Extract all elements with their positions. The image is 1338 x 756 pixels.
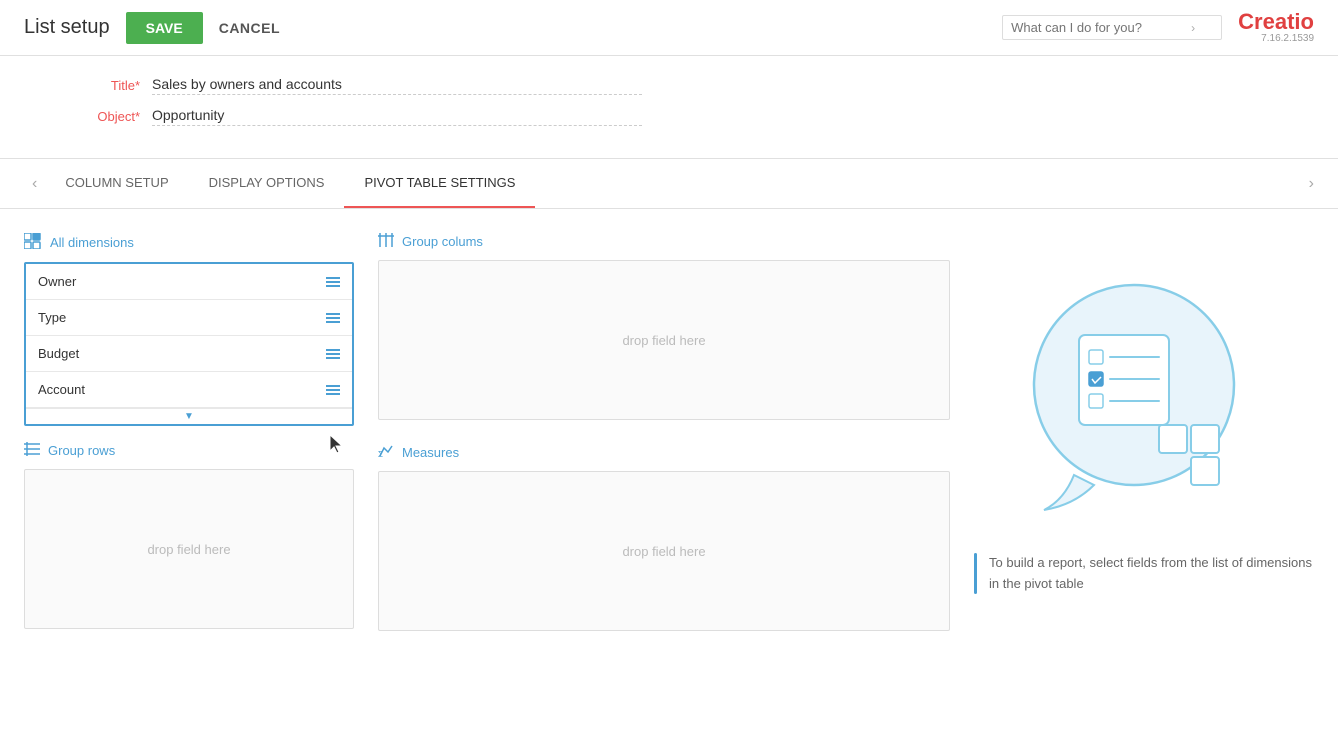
- info-box: To build a report, select fields from th…: [974, 553, 1314, 595]
- drag-handle-icon[interactable]: [326, 349, 340, 359]
- title-label: Title*: [60, 78, 140, 93]
- group-rows-drop-zone[interactable]: drop field here: [24, 469, 354, 629]
- measures-icon: Σ: [378, 444, 394, 461]
- logo-version: 7.16.2.1539: [1261, 33, 1314, 44]
- group-rows-drop-text: drop field here: [147, 542, 230, 557]
- list-item[interactable]: Type: [26, 300, 352, 336]
- dimension-name: Account: [38, 382, 85, 397]
- center-panels: Group colums drop field here Σ Measures …: [378, 233, 950, 631]
- dimension-name: Owner: [38, 274, 76, 289]
- group-columns-drop-zone[interactable]: drop field here: [378, 260, 950, 420]
- group-columns-panel: Group colums drop field here: [378, 233, 950, 420]
- dimensions-list: Owner Type: [24, 262, 354, 426]
- form-area: Title* Sales by owners and accounts Obje…: [0, 56, 1338, 159]
- tab-column-setup[interactable]: COLUMN SETUP: [45, 159, 188, 208]
- object-value: Opportunity: [152, 107, 642, 126]
- header: List setup SAVE CANCEL › Creatio 7.16.2.…: [0, 0, 1338, 56]
- search-arrow-icon: ›: [1191, 21, 1195, 35]
- drag-handle-icon[interactable]: [326, 313, 340, 323]
- main-content: All dimensions Owner Type: [0, 209, 1338, 655]
- group-columns-drop-text: drop field here: [622, 333, 705, 348]
- dimension-name: Type: [38, 310, 66, 325]
- info-line: [974, 553, 977, 595]
- measures-header: Σ Measures: [378, 444, 950, 461]
- measures-label: Measures: [402, 445, 459, 460]
- list-item[interactable]: Budget: [26, 336, 352, 372]
- tab-nav-left[interactable]: ‹: [24, 161, 45, 207]
- title-row: Title* Sales by owners and accounts: [60, 76, 1278, 95]
- drag-handle-icon[interactable]: [326, 277, 340, 287]
- info-text: To build a report, select fields from th…: [989, 553, 1314, 595]
- list-item[interactable]: Owner: [26, 264, 352, 300]
- tab-nav-right[interactable]: ›: [1309, 175, 1314, 193]
- illustration-area: To build a report, select fields from th…: [974, 233, 1314, 631]
- title-value: Sales by owners and accounts: [152, 76, 642, 95]
- tabs-bar: ‹ COLUMN SETUP DISPLAY OPTIONS PIVOT TAB…: [0, 159, 1338, 209]
- header-left: List setup SAVE CANCEL: [24, 12, 280, 44]
- dimensions-list-wrapper: Owner Type: [24, 262, 354, 426]
- cursor-indicator: [330, 435, 344, 456]
- scroll-down-button[interactable]: ▼: [26, 408, 352, 424]
- illustration-svg: [1014, 270, 1274, 530]
- measures-drop-zone[interactable]: drop field here: [378, 471, 950, 631]
- group-rows-icon: [24, 442, 40, 459]
- cancel-button[interactable]: CANCEL: [219, 20, 280, 36]
- measures-drop-text: drop field here: [622, 544, 705, 559]
- header-right: › Creatio 7.16.2.1539: [1002, 11, 1314, 44]
- all-dimensions-label: All dimensions: [50, 235, 134, 250]
- measures-panel: Σ Measures drop field here: [378, 444, 950, 631]
- group-rows-label: Group rows: [48, 443, 115, 458]
- svg-text:Σ: Σ: [378, 450, 383, 458]
- save-button[interactable]: SAVE: [126, 12, 203, 44]
- logo: Creatio 7.16.2.1539: [1238, 11, 1314, 44]
- group-rows-header: Group rows: [24, 442, 354, 459]
- group-columns-icon: [378, 233, 394, 250]
- left-panel: All dimensions Owner Type: [24, 233, 354, 631]
- drag-handle-icon[interactable]: [326, 385, 340, 395]
- page-title: List setup: [24, 16, 110, 39]
- tab-display-options[interactable]: DISPLAY OPTIONS: [189, 159, 345, 208]
- search-box: ›: [1002, 15, 1222, 40]
- dimensions-icon: [24, 233, 42, 252]
- all-dimensions-header[interactable]: All dimensions: [24, 233, 354, 252]
- logo-text: Creatio: [1238, 11, 1314, 33]
- list-item[interactable]: Account: [26, 372, 352, 408]
- dimension-name: Budget: [38, 346, 79, 361]
- search-input[interactable]: [1011, 20, 1191, 35]
- group-rows-section: Group rows drop field here: [24, 442, 354, 629]
- group-columns-label: Group colums: [402, 234, 483, 249]
- object-row: Object* Opportunity: [60, 107, 1278, 126]
- tab-pivot-settings[interactable]: PIVOT TABLE SETTINGS: [344, 159, 535, 208]
- illustration-wrapper: [1014, 270, 1274, 533]
- object-label: Object*: [60, 109, 140, 124]
- group-columns-header: Group colums: [378, 233, 950, 250]
